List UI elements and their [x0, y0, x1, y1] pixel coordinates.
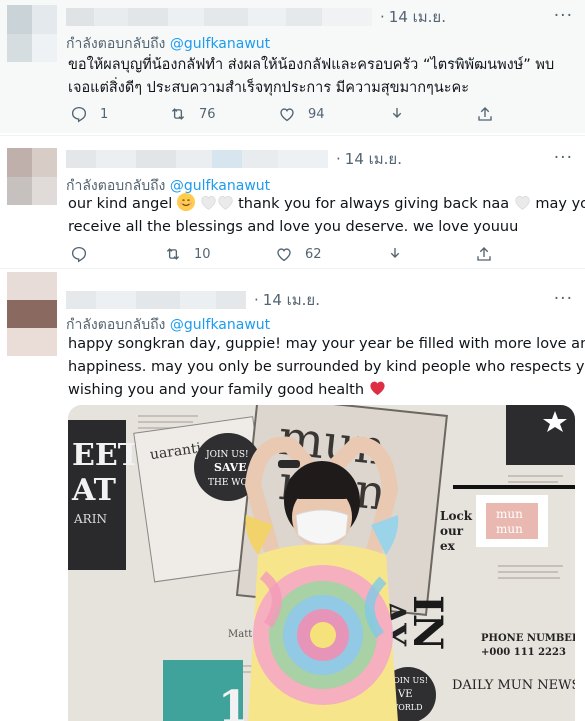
retweet-button[interactable]: 76	[169, 103, 216, 125]
photo-illustration: EET AT ARIN uaranti mun mun JOIN US! SAV…	[68, 405, 575, 721]
avatar[interactable]	[7, 272, 57, 356]
tweet-text-line: our kind angel thank you for always givi…	[68, 193, 585, 216]
tweet-text-segment: our kind angel	[68, 196, 173, 212]
reply-icon	[71, 106, 87, 123]
photo-text: ex	[440, 539, 456, 553]
photo-text: mun	[496, 522, 523, 536]
white-heart-emoji	[515, 196, 530, 210]
photo-text: our	[440, 524, 464, 538]
share-button[interactable]	[476, 103, 494, 125]
separator-dot: ·	[380, 8, 385, 26]
smiling-face-emoji	[176, 193, 195, 211]
photo-text: Lock	[440, 509, 473, 523]
photo-text: JOIN US!	[205, 450, 249, 460]
photo-text: ARIN	[73, 512, 107, 526]
tweet-text-line: เจอแต่สิ่งดีๆ ประสบความสำเร็จทุกประการ ม…	[68, 80, 470, 96]
tweet-actions: 10 62	[68, 243, 508, 265]
photo-text: +000 111 2223	[481, 647, 566, 658]
tweet-actions: 1 76 94	[68, 103, 508, 125]
tweet-text-line: receive all the blessings and love you d…	[68, 219, 519, 235]
reply-button[interactable]	[70, 243, 88, 265]
blurred-user-name[interactable]	[66, 291, 246, 309]
replying-to: กำลังตอบกลับถึง @gulfkanawut	[66, 33, 270, 55]
share-icon	[478, 107, 492, 121]
retweet-icon	[171, 108, 185, 120]
avatar[interactable]	[7, 5, 57, 62]
tweet-text-line: wishing you and your family good health	[68, 379, 573, 402]
like-count: 94	[308, 106, 325, 122]
photo-text: PHONE NUMBER	[481, 633, 575, 644]
replying-label: กำลังตอบกลับถึง	[66, 317, 166, 333]
retweet-button[interactable]: 10	[164, 243, 211, 265]
mention-link[interactable]: @gulfkanawut	[170, 178, 270, 194]
download-button[interactable]	[388, 103, 406, 125]
tweet-text: happy songkran day, guppie! may your yea…	[68, 333, 585, 402]
mention-link[interactable]: @gulfkanawut	[170, 36, 270, 52]
red-heart-emoji	[370, 381, 385, 396]
mention-link[interactable]: @gulfkanawut	[170, 317, 270, 333]
tweet-text-line: ขอให้ผลบุญที่น้องกลัฟทำ ส่งผลให้น้องกลัฟ…	[68, 57, 555, 73]
more-icon[interactable]: ···	[554, 148, 573, 168]
reply-count: 1	[100, 106, 109, 122]
like-button[interactable]: 62	[275, 243, 322, 265]
photo-text: DAILY MUN NEWS	[452, 678, 575, 693]
blurred-user-name[interactable]	[66, 150, 328, 168]
more-icon[interactable]: ···	[554, 6, 573, 26]
download-icon	[390, 248, 400, 258]
reply-button[interactable]: 1	[70, 103, 108, 125]
like-icon	[277, 248, 291, 262]
avatar[interactable]	[7, 148, 57, 205]
tweet-photo[interactable]: EET AT ARIN uaranti mun mun JOIN US! SAV…	[68, 405, 575, 721]
replying-label: กำลังตอบกลับถึง	[66, 178, 166, 194]
tweet-text-segment: thank you for always giving back naa	[238, 196, 510, 212]
photo-text: THE WO	[208, 478, 248, 488]
timestamp[interactable]: 14 เม.ย.	[389, 5, 446, 29]
white-heart-emoji	[200, 196, 216, 210]
photo-text: mun	[496, 507, 523, 521]
tweet-text: our kind angel thank you for always givi…	[68, 193, 585, 239]
tweet-text-line: happiness. may you only be surrounded by…	[68, 359, 585, 375]
photo-text: SAVE	[214, 461, 247, 474]
more-icon[interactable]: ···	[554, 289, 573, 309]
reply-icon	[71, 246, 87, 263]
separator-dot: ·	[254, 291, 259, 309]
download-icon	[392, 108, 402, 118]
tweet-reply-3[interactable]: · 14 เม.ย. ··· กำลังตอบกลับถึง @gulfkana…	[0, 268, 585, 721]
tweet-text-line: happy songkran day, guppie! may your yea…	[68, 336, 585, 352]
tweet-text-segment: wishing you and your family good health	[68, 382, 365, 398]
retweet-icon	[166, 248, 180, 260]
photo-text: EET	[72, 438, 141, 473]
white-heart-emoji	[217, 196, 233, 210]
tweet-header: · 14 เม.ย.	[66, 289, 320, 311]
photo-text: VE	[397, 689, 413, 700]
retweet-count: 10	[194, 246, 211, 262]
timestamp[interactable]: 14 เม.ย.	[345, 147, 402, 171]
timestamp[interactable]: 14 เม.ย.	[263, 288, 320, 312]
photo-text: Matt	[228, 629, 252, 640]
tweet-header: · 14 เม.ย.	[66, 6, 446, 28]
tweet-text: ขอให้ผลบุญที่น้องกลัฟทำ ส่งผลให้น้องกลัฟ…	[68, 54, 573, 100]
like-button[interactable]: 94	[278, 103, 325, 125]
share-button[interactable]	[475, 243, 493, 265]
share-icon	[477, 247, 491, 261]
like-count: 62	[305, 246, 322, 262]
tweet-text-segment: may you	[535, 196, 585, 212]
tweet-reply-1[interactable]: · 14 เม.ย. ··· กำลังตอบกลับถึง @gulfkana…	[0, 0, 585, 133]
like-icon	[280, 108, 294, 122]
blurred-user-name[interactable]	[66, 8, 372, 26]
photo-text: AT	[71, 473, 117, 508]
retweet-count: 76	[199, 106, 216, 122]
download-button[interactable]	[386, 243, 404, 265]
separator-dot: ·	[336, 150, 341, 168]
replying-label: กำลังตอบกลับถึง	[66, 36, 166, 52]
tweet-reply-2[interactable]: · 14 เม.ย. ··· กำลังตอบกลับถึง @gulfkana…	[0, 135, 585, 265]
tweet-header: · 14 เม.ย.	[66, 148, 402, 170]
